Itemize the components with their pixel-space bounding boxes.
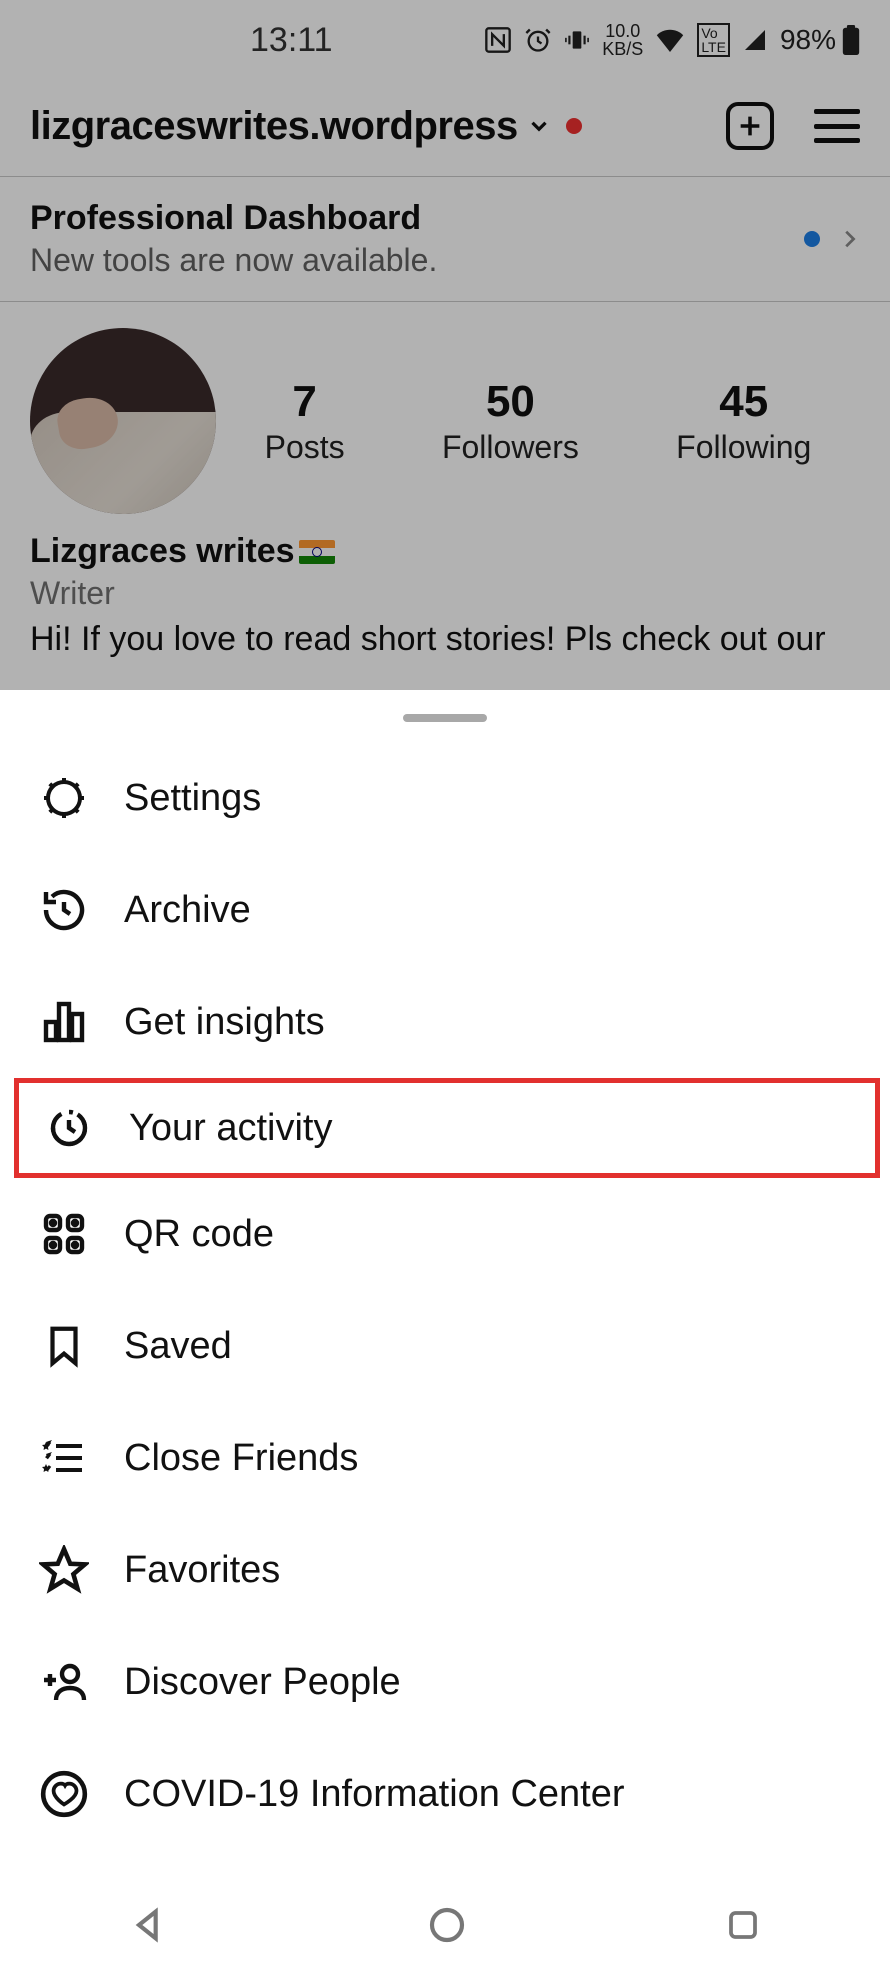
menu-archive[interactable]: Archive [0, 854, 890, 966]
signal-icon [742, 28, 768, 52]
menu-covid-info[interactable]: COVID-19 Information Center [0, 1738, 890, 1850]
menu-label: Archive [124, 889, 251, 932]
menu-label: Close Friends [124, 1437, 358, 1480]
followers-label: Followers [442, 429, 579, 466]
flag-icon [299, 540, 335, 564]
star-icon [38, 1544, 90, 1596]
saved-icon [38, 1320, 90, 1372]
menu-favorites[interactable]: Favorites [0, 1514, 890, 1626]
menu-label: Settings [124, 777, 261, 820]
following-label: Following [676, 429, 811, 466]
menu-label: Get insights [124, 1001, 325, 1044]
nav-back-button[interactable] [129, 1905, 169, 1945]
battery-icon [842, 25, 860, 55]
menu-settings[interactable]: Settings [0, 742, 890, 854]
heart-circle-icon [38, 1768, 90, 1820]
volte-icon: VoLTE [697, 23, 730, 57]
display-name: Lizgraces writes [30, 532, 860, 571]
menu-close-friends[interactable]: Close Friends [0, 1402, 890, 1514]
posts-count: 7 [265, 377, 345, 427]
wifi-icon [655, 28, 685, 52]
menu-qr-code[interactable]: QR code [0, 1178, 890, 1290]
nfc-icon [484, 26, 512, 54]
blue-dot-icon [804, 231, 820, 247]
profile-category: Writer [30, 575, 860, 612]
dashboard-title: Professional Dashboard [30, 199, 437, 238]
profile-bio: Hi! If you love to read short stories! P… [30, 618, 860, 661]
username-switcher[interactable]: lizgraceswrites.wordpress [30, 104, 582, 149]
battery-percent: 98% [780, 24, 836, 56]
notification-dot [566, 118, 582, 134]
profile-header: lizgraceswrites.wordpress [0, 80, 890, 176]
menu-label: QR code [124, 1213, 274, 1256]
menu-label: Saved [124, 1325, 232, 1368]
avatar[interactable] [30, 328, 216, 514]
nav-recent-button[interactable] [725, 1907, 761, 1943]
network-speed: 10.0 KB/S [602, 22, 643, 58]
following-count: 45 [676, 377, 811, 427]
followers-count: 50 [442, 377, 579, 427]
bottom-sheet: Settings Archive Get insights Your activ… [0, 690, 890, 1978]
chevron-down-icon [526, 113, 552, 139]
followers-stat[interactable]: 50 Followers [442, 377, 579, 466]
menu-discover-people[interactable]: Discover People [0, 1626, 890, 1738]
menu-label: Discover People [124, 1661, 401, 1704]
activity-icon [43, 1102, 95, 1154]
menu-label: Your activity [129, 1107, 332, 1150]
status-time: 13:11 [250, 21, 333, 60]
username-label: lizgraceswrites.wordpress [30, 104, 518, 149]
menu-saved[interactable]: Saved [0, 1290, 890, 1402]
insights-icon [38, 996, 90, 1048]
qr-code-icon [38, 1208, 90, 1260]
close-friends-icon [38, 1432, 90, 1484]
plus-icon [736, 112, 764, 140]
settings-icon [38, 772, 90, 824]
menu-label: Favorites [124, 1549, 280, 1592]
sheet-drag-handle[interactable] [403, 714, 487, 722]
archive-icon [38, 884, 90, 936]
menu-your-activity[interactable]: Your activity [19, 1083, 869, 1173]
menu-button[interactable] [814, 109, 860, 143]
posts-label: Posts [265, 429, 345, 466]
status-bar: 13:11 10.0 KB/S VoLTE 98% [0, 0, 890, 80]
chevron-right-icon [838, 224, 860, 254]
nav-home-button[interactable] [427, 1905, 467, 1945]
menu-insights[interactable]: Get insights [0, 966, 890, 1078]
dashboard-subtitle: New tools are now available. [30, 242, 437, 279]
following-stat[interactable]: 45 Following [676, 377, 811, 466]
create-button[interactable] [726, 102, 774, 150]
vibrate-icon [564, 26, 590, 54]
menu-label: COVID-19 Information Center [124, 1773, 625, 1816]
alarm-icon [524, 26, 552, 54]
system-navigation-bar [0, 1872, 890, 1978]
discover-people-icon [38, 1656, 90, 1708]
posts-stat[interactable]: 7 Posts [265, 377, 345, 466]
highlighted-menu-your-activity: Your activity [14, 1078, 880, 1178]
professional-dashboard-row[interactable]: Professional Dashboard New tools are now… [0, 176, 890, 302]
